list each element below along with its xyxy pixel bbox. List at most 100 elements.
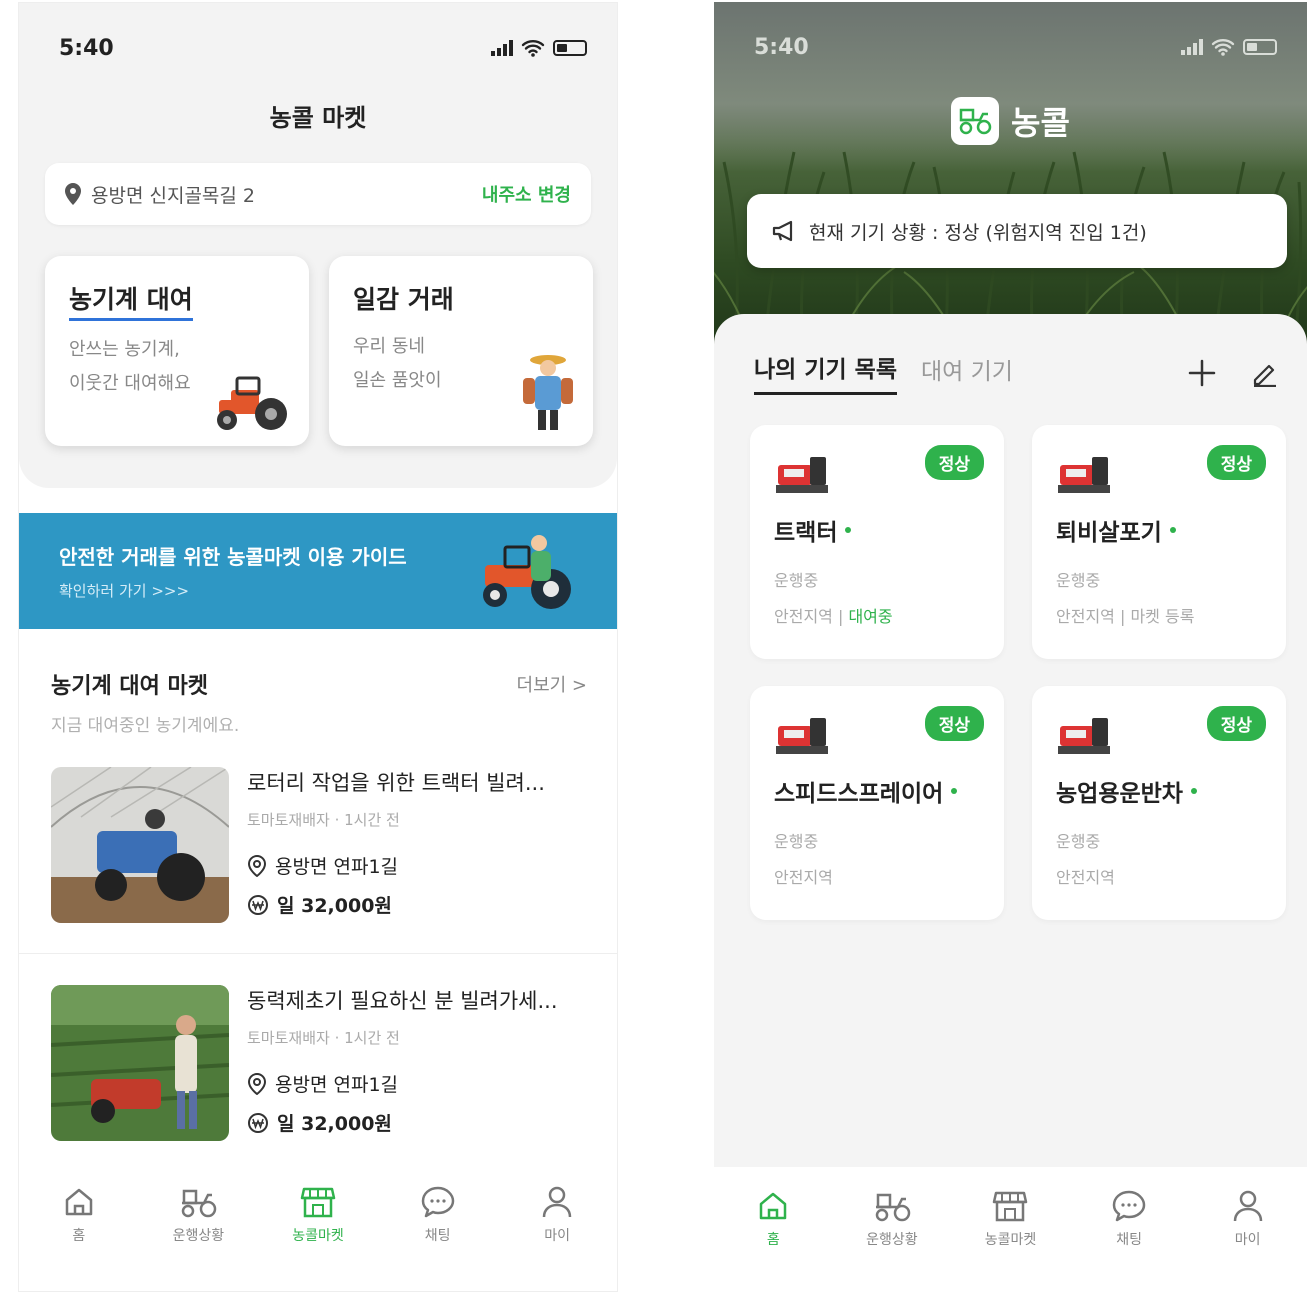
- listing-item[interactable]: 로터리 작업을 위한 트랙터 빌려... 토마토재배자 · 1시간 전 용방면 …: [51, 767, 587, 927]
- tab-market[interactable]: 농콜마켓: [268, 1185, 368, 1291]
- chat-icon: [1112, 1190, 1146, 1222]
- device-status: 운행중: [774, 832, 819, 851]
- online-dot: [951, 788, 958, 794]
- address-text: 용방면 신지골목길 2: [91, 184, 256, 207]
- tab-my-devices[interactable]: 나의 기기 목록: [754, 350, 897, 395]
- address-bar[interactable]: 용방면 신지골목길 2 내주소 변경: [45, 163, 591, 225]
- machine-icon: [1058, 718, 1110, 754]
- market-section-header: 농기계 대여 마켓 더보기 >: [51, 668, 587, 700]
- listing-meta: 토마토재배자 · 1시간 전: [247, 1029, 400, 1047]
- tab-label: 홈: [766, 1232, 780, 1248]
- home-screen: 5:40 농콜 현재 기기 상황 : 정상 (위험지역 진입 1건) 나의 기기…: [714, 2, 1307, 1292]
- listing-price: 일 32,000원: [277, 1113, 392, 1135]
- signal-icon: [491, 40, 513, 56]
- guide-banner[interactable]: 안전한 거래를 위한 농콜마켓 이용 가이드 확인하러 가기 >>>: [19, 513, 617, 629]
- tab-my[interactable]: 마이: [507, 1185, 607, 1291]
- more-link[interactable]: 더보기 >: [517, 671, 587, 697]
- device-zone: 안전지역 | 마켓 등록: [1056, 607, 1195, 626]
- tab-label: 채팅: [424, 1228, 451, 1244]
- megaphone-icon: [772, 220, 793, 242]
- listing-item[interactable]: 동력제초기 필요하신 분 빌려가세... 토마토재배자 · 1시간 전 용방면 …: [51, 985, 587, 1145]
- listing-title: 로터리 작업을 위한 트랙터 빌려...: [247, 771, 545, 795]
- won-icon: [248, 1112, 268, 1133]
- won-icon: [248, 894, 268, 915]
- tractor-icon: [875, 1193, 911, 1222]
- tractor-illustration: [217, 376, 287, 430]
- edit-icon[interactable]: [1251, 359, 1279, 387]
- tab-market[interactable]: 농콜마켓: [960, 1189, 1060, 1292]
- status-badge: 정상: [1206, 445, 1266, 480]
- tab-label: 마이: [1234, 1232, 1261, 1248]
- listing-title: 동력제초기 필요하신 분 빌려가세...: [247, 989, 558, 1013]
- online-dot: [1169, 527, 1176, 533]
- tab-chat[interactable]: 채팅: [1079, 1189, 1179, 1292]
- rental-service-card[interactable]: 농기계 대여 안쓰는 농기계, 이웃간 대여해요: [45, 256, 309, 446]
- section-title: 농기계 대여 마켓: [51, 674, 208, 699]
- device-status: 운행중: [774, 571, 819, 590]
- device-status: 운행중: [1056, 832, 1101, 851]
- device-tabs: 나의 기기 목록 대여 기기: [754, 350, 1279, 395]
- tab-rental-devices[interactable]: 대여 기기: [921, 352, 1013, 394]
- tractor-logo-icon: [959, 108, 992, 135]
- change-address-link[interactable]: 내주소 변경: [482, 181, 571, 207]
- device-rental-tag: 대여중: [848, 607, 893, 626]
- tab-chat[interactable]: 채팅: [388, 1185, 488, 1291]
- add-icon[interactable]: [1187, 358, 1217, 388]
- tab-home[interactable]: 홈: [29, 1185, 129, 1291]
- battery-icon: [553, 40, 587, 56]
- job-service-card[interactable]: 일감 거래 우리 동네 일손 품앗이: [329, 256, 593, 446]
- brand-logo: [951, 97, 1000, 145]
- listing-meta: 토마토재배자 · 1시간 전: [247, 811, 400, 829]
- bottom-tab-bar: 홈 운행상황 농콜마켓 채팅 마이: [714, 1167, 1307, 1292]
- tab-status[interactable]: 운행상황: [148, 1185, 248, 1291]
- person-icon: [1233, 1190, 1262, 1222]
- location-pin-icon: [65, 183, 81, 205]
- section-subtitle: 지금 대여중인 농기계에요.: [51, 716, 240, 736]
- device-card[interactable]: 정상 스피드스프레이어 운행중 안전지역: [750, 686, 1004, 920]
- status-badge: 정상: [924, 706, 984, 741]
- notice-text: 현재 기기 상황 : 정상 (위험지역 진입 1건): [809, 221, 1147, 244]
- store-icon: [300, 1187, 336, 1218]
- service-card-title: 일감 거래: [353, 285, 454, 314]
- machine-icon: [1058, 457, 1110, 493]
- tab-label: 홈: [72, 1228, 86, 1244]
- online-dot: [1190, 788, 1197, 794]
- brand-header: 농콜: [714, 97, 1307, 145]
- farmer-tractor-illustration: [483, 535, 571, 609]
- store-icon: [993, 1191, 1028, 1222]
- location-icon: [247, 854, 267, 877]
- listing-price: 일 32,000원: [277, 895, 392, 917]
- listing-photo: [51, 985, 229, 1141]
- tab-label: 농콜마켓: [984, 1232, 1037, 1248]
- status-badge: 정상: [1206, 706, 1266, 741]
- device-status-notice[interactable]: 현재 기기 상황 : 정상 (위험지역 진입 1건): [747, 194, 1287, 268]
- status-bar: 5:40: [714, 32, 1307, 62]
- device-card[interactable]: 정상 농업용운반차 운행중 안전지역: [1032, 686, 1286, 920]
- listing-location: 용방면 연파1길: [275, 856, 399, 878]
- device-name: 스피드스프레이어: [774, 781, 944, 807]
- tab-my[interactable]: 마이: [1198, 1189, 1298, 1292]
- device-name: 퇴비살포기: [1056, 520, 1162, 546]
- status-time: 5:40: [754, 34, 809, 60]
- listing-photo: [51, 767, 229, 923]
- device-name: 농업용운반차: [1056, 781, 1183, 807]
- listing-location: 용방면 연파1길: [275, 1074, 399, 1096]
- tab-label: 마이: [544, 1228, 571, 1244]
- home-icon: [65, 1188, 93, 1216]
- device-zone: 안전지역: [774, 868, 833, 887]
- tab-label: 운행상황: [866, 1232, 918, 1248]
- device-card[interactable]: 정상 트랙터 운행중 안전지역 | 대여중: [750, 425, 1004, 659]
- tab-status[interactable]: 운행상황: [842, 1189, 942, 1292]
- bottom-tab-bar: 홈 운행상황 농콜마켓 채팅 마이: [19, 1163, 617, 1291]
- status-time: 5:40: [59, 35, 114, 61]
- tab-label: 농콜마켓: [292, 1228, 344, 1244]
- online-dot: [845, 527, 852, 533]
- service-card-title: 농기계 대여: [69, 280, 193, 321]
- machine-icon: [776, 457, 828, 493]
- service-card-line: 안쓰는 농기계,: [69, 339, 180, 360]
- tab-label: 채팅: [1116, 1232, 1142, 1248]
- tab-home[interactable]: 홈: [723, 1189, 823, 1292]
- divider: [19, 953, 617, 954]
- location-icon: [247, 1072, 267, 1095]
- device-card[interactable]: 정상 퇴비살포기 운행중 안전지역 | 마켓 등록: [1032, 425, 1286, 659]
